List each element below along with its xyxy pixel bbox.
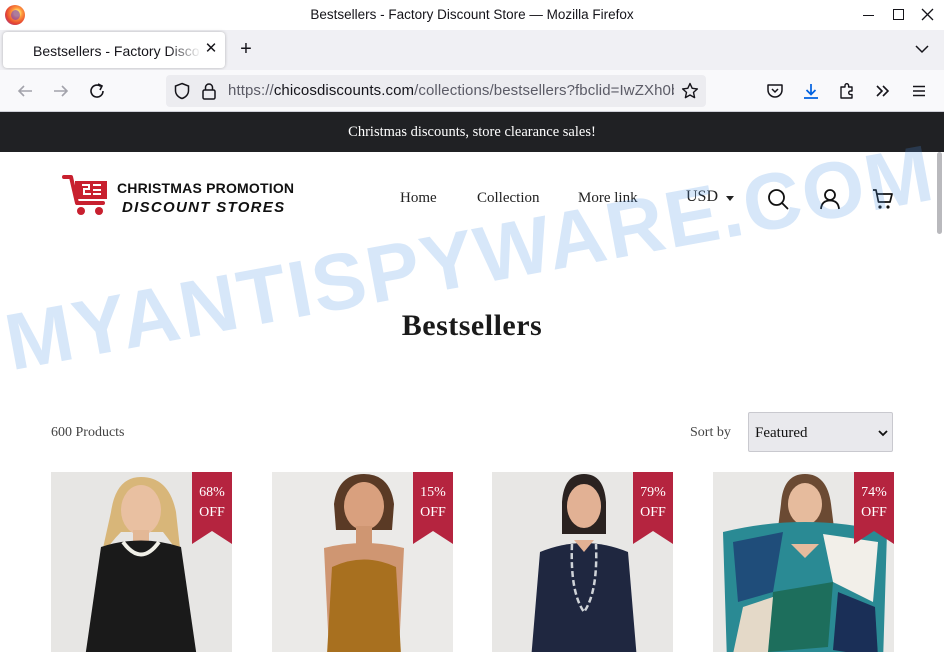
more-tools-icon[interactable] <box>872 80 894 102</box>
new-tab-icon[interactable]: + <box>234 36 258 62</box>
url-text[interactable]: https://chicosdiscounts.com/collections/… <box>228 82 674 99</box>
chevron-down-icon <box>878 430 888 437</box>
discount-off-label: OFF <box>199 505 225 520</box>
product-card[interactable]: 79% OFF <box>492 472 673 652</box>
logo-subtitle: DISCOUNT STORES <box>122 199 286 216</box>
url-domain: chicosdiscounts.com <box>273 82 415 99</box>
product-card[interactable]: 74% OFF <box>713 472 894 652</box>
bookmark-star-icon[interactable] <box>679 80 701 102</box>
maximize-icon[interactable] <box>886 3 910 25</box>
sort-select[interactable]: Featured <box>748 412 893 452</box>
logo-title: CHRISTMAS PROMOTION <box>117 180 295 196</box>
search-icon[interactable] <box>766 187 790 211</box>
extensions-icon[interactable] <box>836 80 858 102</box>
window-title: Bestsellers - Factory Discount Store — M… <box>310 7 634 22</box>
tab-close-icon[interactable]: ✕ <box>202 40 220 58</box>
sort-value: Featured <box>755 425 808 441</box>
sort-label: Sort by <box>690 425 731 440</box>
tab-bestsellers[interactable]: Bestsellers - Factory Discount Store ✕ <box>3 32 225 68</box>
list-all-tabs-icon[interactable] <box>912 39 932 59</box>
discount-percent: 74% <box>861 485 887 500</box>
nav-collection[interactable]: Collection <box>477 190 540 207</box>
discount-percent: 68% <box>199 485 225 500</box>
pocket-icon[interactable] <box>764 80 786 102</box>
url-scheme: https:// <box>228 82 274 99</box>
watermark: MYANTISPYWARE.COM <box>0 127 942 388</box>
tab-title: Bestsellers - Factory Discount Store <box>33 43 201 59</box>
nav-more-link[interactable]: More link <box>578 190 638 207</box>
web-page: Christmas discounts, store clearance sal… <box>0 112 944 652</box>
window-titlebar: Bestsellers - Factory Discount Store — M… <box>0 0 944 30</box>
lock-icon[interactable] <box>198 80 220 102</box>
cart-icon[interactable] <box>871 187 895 211</box>
cart-logo-icon <box>62 175 107 215</box>
account-icon[interactable] <box>818 187 842 211</box>
back-icon[interactable] <box>14 80 36 102</box>
url-path: /collections/bestsellers?fbclid=IwZXh0bg… <box>414 82 674 99</box>
discount-off-label: OFF <box>640 505 666 520</box>
forward-icon[interactable] <box>50 80 72 102</box>
product-card[interactable]: 68% OFF <box>51 472 232 652</box>
product-card[interactable]: 15% OFF <box>272 472 453 652</box>
store-logo[interactable]: CHRISTMAS PROMOTION DISCOUNT STORES <box>62 172 294 218</box>
announcement-bar: Christmas discounts, store clearance sal… <box>0 112 944 152</box>
reload-icon[interactable] <box>86 80 108 102</box>
discount-percent: 15% <box>420 485 446 500</box>
page-scrollbar[interactable] <box>937 152 942 234</box>
page-title: Bestsellers <box>401 309 543 342</box>
discount-off-label: OFF <box>861 505 887 520</box>
currency-selector[interactable]: USD <box>686 188 718 206</box>
discount-percent: 79% <box>640 485 666 500</box>
menu-icon[interactable] <box>908 80 930 102</box>
tab-strip: Bestsellers - Factory Discount Store ✕ + <box>0 30 944 70</box>
discount-off-label: OFF <box>420 505 446 520</box>
nav-home[interactable]: Home <box>400 190 437 207</box>
minimize-icon[interactable] <box>856 3 880 25</box>
product-count: 600 Products <box>51 425 125 440</box>
tracking-protection-icon[interactable] <box>171 80 193 102</box>
close-icon[interactable] <box>915 3 939 25</box>
url-bar[interactable]: https://chicosdiscounts.com/collections/… <box>166 75 706 107</box>
downloads-icon[interactable] <box>800 80 822 102</box>
navigation-toolbar: https://chicosdiscounts.com/collections/… <box>0 70 944 112</box>
chevron-down-icon <box>726 196 734 201</box>
